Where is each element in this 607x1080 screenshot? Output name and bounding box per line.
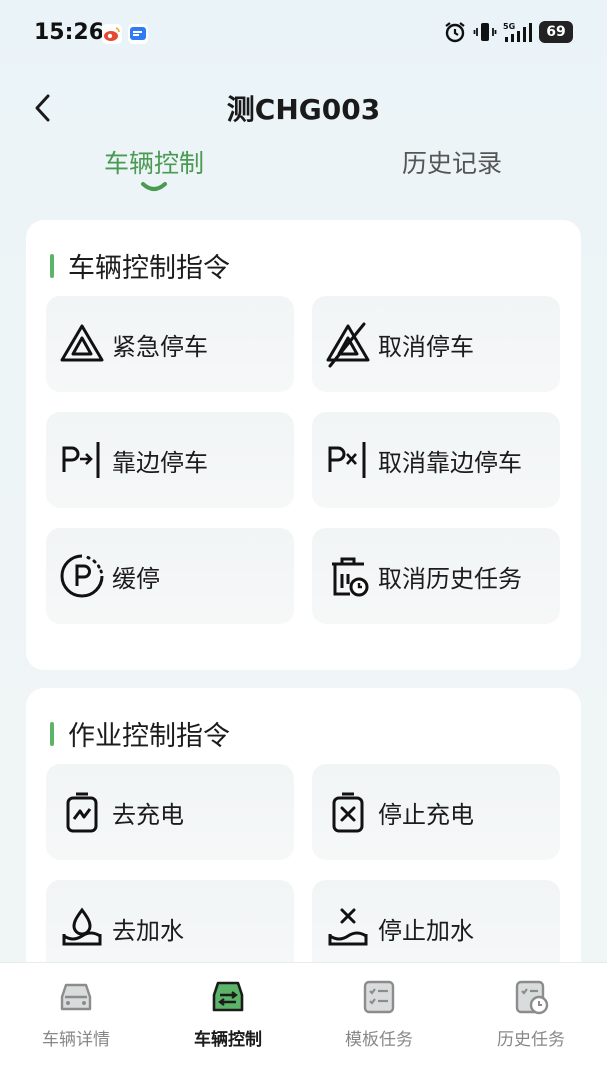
slow-stop-button[interactable]: 缓停 (46, 528, 294, 624)
alarm-icon (445, 22, 465, 43)
water-icon (62, 907, 102, 946)
command-label: 缓停 (112, 564, 160, 593)
stop-charge-icon (332, 792, 364, 833)
battery-indicator: 69 (539, 21, 573, 43)
slow-stop-icon (60, 554, 104, 598)
car-control-icon (212, 981, 244, 1012)
nav-history-tasks[interactable]: 历史任务 (476, 977, 586, 1050)
cancel-history-task-icon (332, 557, 369, 597)
command-label: 停止加水 (378, 916, 474, 945)
history-task-icon (515, 980, 549, 1015)
stop-water-icon (328, 908, 368, 946)
section-title-text: 作业控制指令 (68, 721, 230, 752)
command-label: 靠边停车 (112, 448, 208, 477)
tab-vehicle-control[interactable]: 车辆控制 (104, 144, 204, 180)
cancel-pull-over-icon (328, 442, 366, 478)
tab-bar: 车辆控制 历史记录 (0, 140, 607, 200)
stop-charge-button[interactable]: 停止充电 (312, 764, 560, 860)
cancel-pull-over-button[interactable]: 取消靠边停车 (312, 412, 560, 508)
battery-level: 69 (546, 24, 566, 40)
nav-label: 历史任务 (497, 1030, 565, 1050)
nav-vehicle-control[interactable]: 车辆控制 (173, 977, 283, 1050)
nav-label: 车辆详情 (42, 1030, 110, 1050)
status-bar: 15:26 5G 69 (0, 0, 607, 66)
signal-5g-icon: 5G (503, 22, 532, 42)
command-label: 取消靠边停车 (378, 448, 522, 477)
command-label: 去加水 (112, 916, 184, 945)
car-icon (60, 983, 92, 1011)
message-app-icon (128, 24, 148, 44)
command-label: 去充电 (112, 800, 184, 829)
status-time: 15:26 (34, 20, 105, 45)
cancel-history-task-button[interactable]: 取消历史任务 (312, 528, 560, 624)
page-title: 测CHG003 (226, 93, 381, 126)
nav-label: 模板任务 (345, 1030, 413, 1050)
status-icons: 5G 69 (443, 20, 573, 44)
cancel-stop-button[interactable]: 取消停车 (312, 296, 560, 392)
weibo-app-icon (102, 24, 122, 44)
nav-vehicle-details[interactable]: 车辆详情 (21, 977, 131, 1050)
go-charge-button[interactable]: 去充电 (46, 764, 294, 860)
command-label: 取消停车 (378, 332, 474, 361)
command-label: 取消历史任务 (378, 564, 522, 593)
section-title: 车辆控制指令 (50, 246, 230, 285)
nav-label: 车辆控制 (194, 1030, 262, 1050)
section-accent-bar (50, 253, 54, 278)
operation-control-card: 作业控制指令 去充电 停止充电 去加水 停止加水 (26, 688, 581, 988)
cancel-triangle-icon (326, 322, 370, 368)
emergency-stop-button[interactable]: 紧急停车 (46, 296, 294, 392)
command-label: 停止充电 (378, 800, 474, 829)
pull-over-button[interactable]: 靠边停车 (46, 412, 294, 508)
template-list-icon (363, 980, 395, 1014)
network-type-label: 5G (503, 22, 515, 31)
section-title: 作业控制指令 (50, 714, 230, 753)
vehicle-control-card: 车辆控制指令 紧急停车 取消停车 靠边停车 取消靠边停车 缓停 取消历史任务 (26, 220, 581, 670)
section-accent-bar (50, 721, 54, 746)
charge-icon (66, 792, 98, 833)
tab-history[interactable]: 历史记录 (402, 144, 502, 180)
bottom-navigation: 车辆详情 车辆控制 模板任务 历史任务 (0, 962, 607, 1080)
command-label: 紧急停车 (112, 332, 208, 361)
tab-active-indicator (141, 182, 167, 191)
nav-template-tasks[interactable]: 模板任务 (324, 977, 434, 1050)
section-title-text: 车辆控制指令 (68, 253, 230, 284)
warning-triangle-icon (60, 324, 104, 362)
vibrate-icon (473, 23, 497, 41)
pull-over-icon (62, 442, 100, 478)
